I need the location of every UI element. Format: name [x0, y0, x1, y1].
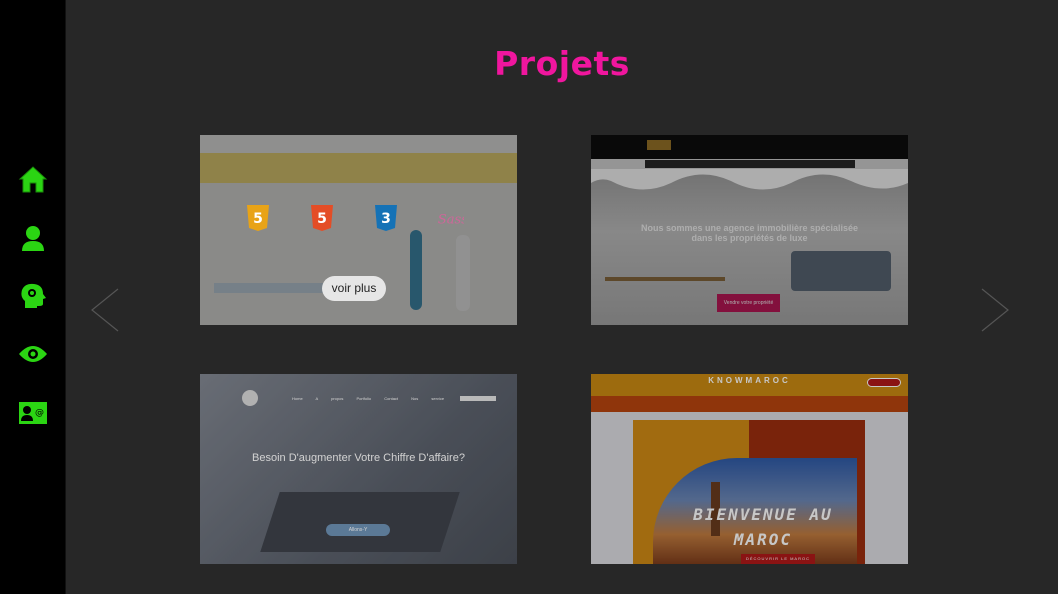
eye-icon[interactable]: [17, 338, 49, 370]
card-dim-overlay: [200, 374, 517, 564]
project-card-4[interactable]: KNOWMAROC BIENVENUE AU MAROC DÉCOUVRIR L…: [591, 374, 908, 564]
svg-text:@: @: [35, 408, 44, 418]
page-title: Projets: [494, 44, 630, 83]
contact-card-icon[interactable]: @: [17, 397, 49, 429]
project-card-1[interactable]: 5 5 3 Sass voir plus: [200, 135, 517, 325]
html5-icon: 5: [244, 203, 272, 233]
svg-text:Sass: Sass: [438, 212, 464, 227]
main-content: Projets 5 5 3 Sass voir plus: [66, 0, 1058, 594]
css3-icon: 3: [372, 203, 400, 233]
voir-plus-button[interactable]: voir plus: [322, 276, 386, 301]
tech-icons: 5 5 3 Sass: [244, 203, 464, 233]
skills-head-gear-icon[interactable]: [17, 280, 49, 312]
carousel-next-arrow-icon[interactable]: [980, 288, 1010, 332]
svg-text:5: 5: [253, 211, 263, 227]
card-dim-overlay: [591, 374, 908, 564]
home-icon[interactable]: [17, 163, 49, 195]
project-card-2[interactable]: Nous sommes une agence immobilière spéci…: [591, 135, 908, 325]
svg-text:3: 3: [381, 211, 391, 227]
carousel-prev-arrow-icon[interactable]: [90, 288, 120, 332]
project-card-3[interactable]: Home A propos Portfolio Contact Nos serv…: [200, 374, 517, 564]
sass-icon: Sass: [436, 203, 464, 233]
user-icon[interactable]: [17, 222, 49, 254]
html5-icon: 5: [308, 203, 336, 233]
card-dim-overlay: [591, 135, 908, 325]
sidebar: @: [0, 0, 66, 594]
svg-text:5: 5: [317, 211, 327, 227]
